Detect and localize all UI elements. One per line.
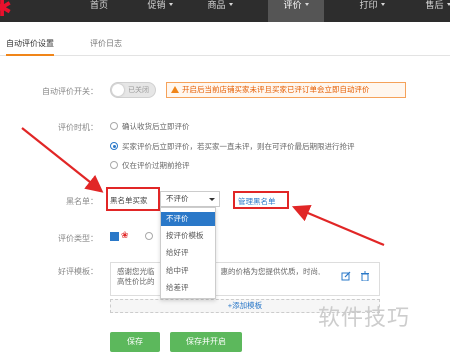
nav-item-label: 售后 <box>425 0 444 10</box>
trash-icon[interactable] <box>360 271 370 281</box>
top-navigation-bar: ✱ 首页 促销 商品 评价 打印 售后 <box>0 0 450 22</box>
nav-item-label: 打印 <box>359 0 378 10</box>
warning-text: 开启后当前店铺买家未评且买家已评订单会立即自动评价 <box>182 85 370 94</box>
chevron-down-icon <box>168 3 173 6</box>
blacklist-action-dropdown: 不评价 按评价模板 给好评 给中评 给差评 <box>160 207 216 299</box>
positive-template-box[interactable]: 感谢您光临 惠的价格为您提供优质，时尚, 高性价比的 <box>110 262 380 296</box>
nav-item-label: 促销 <box>147 0 166 10</box>
timing-option-on-receipt[interactable]: 确认收货后立即评价 <box>110 121 190 132</box>
review-type-radio[interactable] <box>145 232 153 240</box>
arrow-to-blacklist-buyer <box>21 127 104 193</box>
chevron-down-icon <box>304 3 309 6</box>
template-text-line-2: 高性价比的 <box>117 277 155 286</box>
timing-option-after-buyer-review[interactable]: 买家评价后立即评价，若买家一直未评，则在可评价最后期限进行抢评 <box>110 141 355 152</box>
dropdown-option-neutral[interactable]: 给中评 <box>161 264 215 278</box>
dropdown-option-by-template[interactable]: 按评价模板 <box>161 229 215 243</box>
dropdown-option-no-review[interactable]: 不评价 <box>161 212 215 226</box>
select-value: 不评价 <box>166 194 189 203</box>
manage-blacklist-link[interactable]: 管理黑名单 <box>238 196 276 207</box>
radio-button[interactable] <box>110 161 118 169</box>
auto-review-toggle[interactable]: 已关闭 <box>110 82 156 98</box>
review-type-label: 评价类型： <box>58 234 98 243</box>
edit-icon[interactable] <box>341 271 351 281</box>
auto-review-switch-label: 自动评价开关： <box>42 87 98 96</box>
blacklist-action-select[interactable]: 不评价 <box>160 191 220 207</box>
toggle-state-text: 已关闭 <box>128 87 149 94</box>
nav-item-label: 评价 <box>283 0 302 10</box>
arrow-to-manage-blacklist <box>291 205 385 247</box>
chevron-down-icon <box>228 3 233 6</box>
review-type-checkbox[interactable] <box>110 232 119 241</box>
nav-item-products[interactable]: 商品 <box>198 0 242 22</box>
logo-mark-icon: ✱ <box>0 0 13 22</box>
save-button[interactable]: 保存 <box>110 332 160 352</box>
radio-button[interactable] <box>110 122 118 130</box>
nav-item-label: 首页 <box>89 0 108 10</box>
template-text-head: 感谢您光临 <box>117 267 155 276</box>
blacklist-label: 黑名单： <box>66 197 98 206</box>
timing-option-text: 买家评价后立即评价，若买家一直未评，则在可评价最后期限进行抢评 <box>122 142 355 151</box>
watermark-text: 软件技巧 <box>318 305 411 330</box>
settings-tabs: 自动评价设置 评价日志 <box>0 34 450 56</box>
radio-button-checked[interactable] <box>110 142 118 150</box>
chevron-down-icon <box>209 198 215 201</box>
nav-item-promotion[interactable]: 促销 <box>138 0 182 22</box>
tab-review-log[interactable]: 评价日志 <box>90 38 122 49</box>
tab-auto-review-settings[interactable]: 自动评价设置 <box>6 38 54 56</box>
template-text-tail: 惠的价格为您提供优质，时尚, <box>220 267 321 276</box>
flower-icon: ❀ <box>121 230 129 240</box>
save-and-enable-button[interactable]: 保存并开启 <box>170 332 242 352</box>
warning-icon <box>171 86 179 93</box>
timing-option-text: 仅在评价过期前抢评 <box>122 161 190 170</box>
template-text-line-1: 感谢您光临 惠的价格为您提供优质，时尚, <box>117 267 373 277</box>
brand-logo[interactable]: ✱ <box>0 0 50 22</box>
chevron-down-icon <box>380 3 385 6</box>
nav-item-reviews[interactable]: 评价 <box>268 0 324 22</box>
timing-option-text: 确认收货后立即评价 <box>122 122 190 131</box>
nav-item-after-sales[interactable]: 售后 <box>418 0 450 22</box>
blacklist-buyer-text: 黑名单买家 <box>110 196 148 205</box>
toggle-knob <box>112 84 124 96</box>
nav-item-label: 商品 <box>207 0 226 10</box>
auto-review-warning: 开启后当前店铺买家未评且买家已评订单会立即自动评价 <box>166 82 406 98</box>
nav-item-print[interactable]: 打印 <box>348 0 396 22</box>
chevron-down-icon <box>446 3 450 6</box>
dropdown-option-positive[interactable]: 给好评 <box>161 246 215 260</box>
review-timing-label: 评价时机： <box>58 123 98 132</box>
positive-template-label: 好评模板： <box>58 267 98 276</box>
timing-option-before-expiry[interactable]: 仅在评价过期前抢评 <box>110 160 190 171</box>
nav-item-home[interactable]: 首页 <box>82 0 116 22</box>
dropdown-option-negative[interactable]: 给差评 <box>161 281 215 295</box>
